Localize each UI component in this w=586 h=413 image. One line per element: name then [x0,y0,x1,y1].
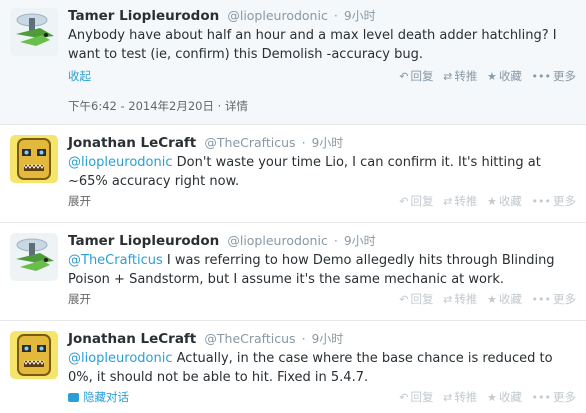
details-link[interactable]: 详情 [225,99,248,113]
separator-dot: · [301,332,306,346]
expand-link[interactable]: 展开 [68,193,91,209]
retweet-label: 转推 [454,69,478,83]
tweet-time[interactable]: 9小时 [344,9,376,23]
author-name[interactable]: Tamer Liopleurodon [68,233,219,249]
more-icon: ••• [531,293,551,306]
retweet-icon: ⇄ [443,293,453,306]
hatchling-avatar-icon [10,8,58,56]
conversation-icon [68,393,79,402]
favorite-button[interactable]: ★ 收藏 [487,390,522,404]
retweet-button[interactable]: ⇄ 转推 [443,292,477,306]
tweet-item[interactable]: Tamer Liopleurodon @liopleurodonic · 9小时… [0,223,586,321]
collapse-link[interactable]: 收起 [68,68,91,84]
reply-button[interactable]: ↶ 回复 [399,390,433,404]
mention-link[interactable]: @TheCrafticus [68,253,163,268]
tweet-item[interactable]: Jonathan LeCraft @TheCrafticus · 9小时 @li… [0,125,586,223]
tweet-item[interactable]: Jonathan LeCraft @TheCrafticus · 9小时 @li… [0,321,586,413]
author-name[interactable]: Jonathan LeCraft [68,331,196,347]
mention-link[interactable]: @liopleurodonic [68,351,173,366]
more-button[interactable]: ••• 更多 [532,292,576,306]
tweet-actions: ↶ 回复 ⇄ 转推 ★ 收藏 ••• 更多 [393,193,576,210]
author-name[interactable]: Tamer Liopleurodon [68,8,219,24]
tiki-mask-avatar-icon [10,331,58,379]
author-name[interactable]: Jonathan LeCraft [68,135,196,151]
star-icon: ★ [487,70,497,83]
star-icon: ★ [487,293,497,306]
avatar[interactable] [10,8,58,56]
more-label: 更多 [553,292,576,306]
tweet-actions: ↶ 回复 ⇄ 转推 ★ 收藏 ••• 更多 [393,291,576,308]
author-handle[interactable]: @liopleurodonic [227,233,327,248]
separator-dot: · [301,136,306,150]
author-handle[interactable]: @liopleurodonic [227,8,327,23]
mention-link[interactable]: @liopleurodonic [68,155,173,170]
favorite-label: 收藏 [498,292,522,306]
more-button[interactable]: ••• 更多 [532,194,576,208]
more-icon: ••• [531,70,551,83]
reply-icon: ↶ [399,293,409,306]
retweet-label: 转推 [454,390,478,404]
tweet-actions: ↶ 回复 ⇄ 转推 ★ 收藏 ••• 更多 [393,389,576,406]
tweet-text: @liopleurodonic Actually, in the case wh… [68,349,576,387]
tweet-timestamp: 下午6:42 - 2014年2月20日 [68,99,215,113]
reply-icon: ↶ [399,70,409,83]
tweet-time[interactable]: 9小时 [312,332,344,346]
separator-dot: · [333,234,338,248]
separator-dot: · [217,99,222,113]
hide-conversation-link[interactable]: 隐藏对话 [68,389,129,405]
more-button[interactable]: ••• 更多 [532,390,576,404]
reply-label: 回复 [410,390,434,404]
retweet-label: 转推 [454,292,478,306]
tweet-text: @TheCrafticus I was referring to how Dem… [68,251,576,289]
retweet-icon: ⇄ [443,391,453,404]
more-button[interactable]: ••• 更多 [532,69,576,83]
reply-icon: ↶ [399,391,409,404]
tweet-text: Anybody have about half an hour and a ma… [68,28,557,62]
reply-icon: ↶ [399,195,409,208]
avatar[interactable] [10,135,58,183]
avatar[interactable] [10,331,58,379]
retweet-button[interactable]: ⇄ 转推 [443,69,477,83]
retweet-button[interactable]: ⇄ 转推 [443,390,477,404]
hide-conversation-label: 隐藏对话 [83,390,129,404]
favorite-label: 收藏 [498,194,522,208]
reply-button[interactable]: ↶ 回复 [399,292,433,306]
favorite-button[interactable]: ★ 收藏 [487,292,522,306]
star-icon: ★ [487,195,497,208]
retweet-button[interactable]: ⇄ 转推 [443,194,477,208]
retweet-icon: ⇄ [443,70,453,83]
reply-label: 回复 [410,292,434,306]
more-label: 更多 [553,194,576,208]
author-handle[interactable]: @TheCrafticus [204,135,295,150]
tweet-text: @liopleurodonic Don't waste your time Li… [68,153,576,191]
reply-button[interactable]: ↶ 回复 [399,69,433,83]
tweet-time[interactable]: 9小时 [312,136,344,150]
favorite-button[interactable]: ★ 收藏 [487,194,522,208]
tweet-timeline: Tamer Liopleurodon @liopleurodonic · 9小时… [0,0,586,413]
expand-link[interactable]: 展开 [68,291,91,307]
tweet-item[interactable]: Tamer Liopleurodon @liopleurodonic · 9小时… [0,0,586,125]
author-handle[interactable]: @TheCrafticus [204,331,295,346]
tiki-mask-avatar-icon [10,135,58,183]
reply-label: 回复 [410,69,434,83]
favorite-button[interactable]: ★ 收藏 [487,69,522,83]
separator-dot: · [333,9,338,23]
reply-label: 回复 [410,194,434,208]
retweet-icon: ⇄ [443,195,453,208]
hatchling-avatar-icon [10,233,58,281]
tweet-actions: ↶ 回复 ⇄ 转推 ★ 收藏 ••• 更多 [393,68,576,85]
reply-button[interactable]: ↶ 回复 [399,194,433,208]
more-label: 更多 [553,69,576,83]
more-label: 更多 [553,390,576,404]
more-icon: ••• [531,391,551,404]
tweet-time[interactable]: 9小时 [344,234,376,248]
star-icon: ★ [487,391,497,404]
tweet-meta: 下午6:42 - 2014年2月20日 · 详情 [68,98,248,114]
favorite-label: 收藏 [498,390,522,404]
more-icon: ••• [531,195,551,208]
retweet-label: 转推 [454,194,478,208]
favorite-label: 收藏 [498,69,522,83]
avatar[interactable] [10,233,58,281]
